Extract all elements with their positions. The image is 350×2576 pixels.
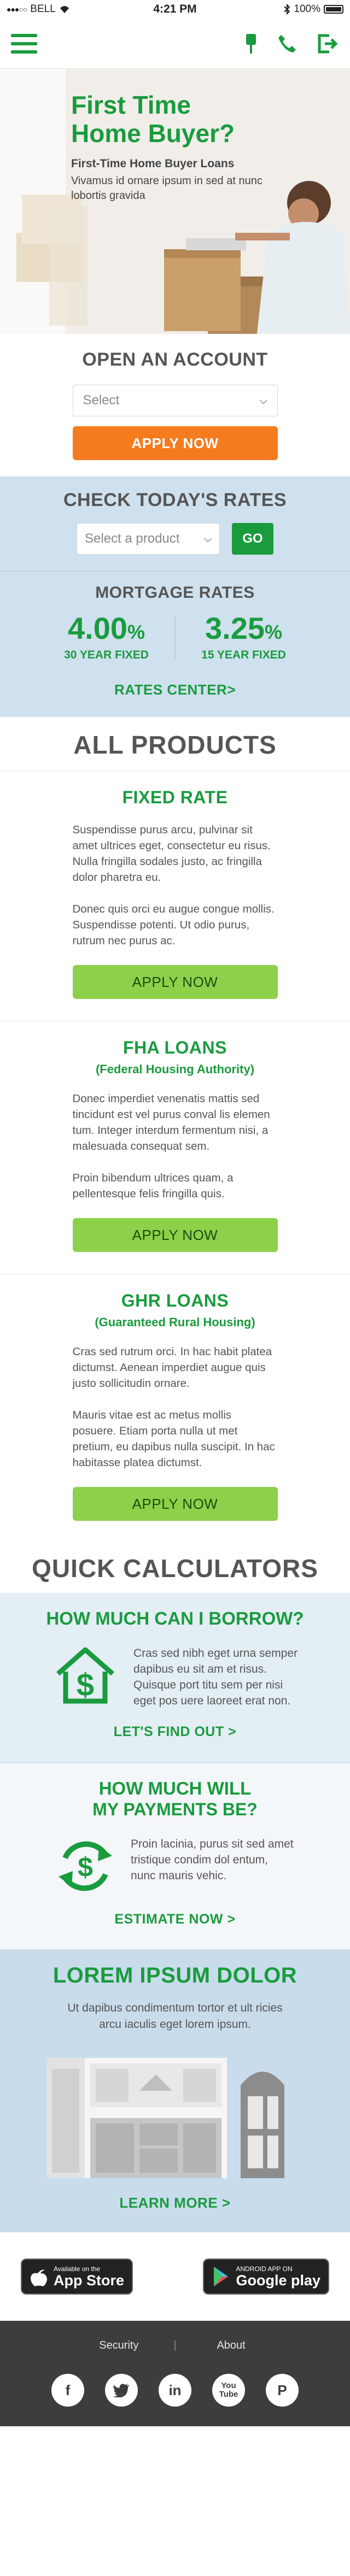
google-play-icon	[214, 2267, 229, 2286]
battery-icon	[324, 5, 343, 14]
chevron-down-icon: ⌵	[204, 533, 212, 544]
chevron-down-icon: ⌵	[259, 395, 267, 406]
facebook-icon[interactable]: f	[51, 2374, 84, 2407]
find-out-link[interactable]: LET'S FIND OUT >	[0, 1724, 350, 1740]
kitchen-illustration	[46, 2058, 284, 2178]
security-link[interactable]: Security	[64, 2339, 173, 2352]
product-description: Donec imperdiet venenatis mattis sed tin…	[72, 1092, 270, 1200]
footer: Security | About f in You Tube P	[0, 2321, 350, 2426]
signal-icon: ●●●○○	[7, 5, 27, 14]
hero-title: First Time Home Buyer?	[71, 91, 235, 148]
bluetooth-icon	[284, 4, 290, 15]
app-store-button[interactable]: Available on the App Store	[21, 2259, 133, 2295]
borrow-calculator-text: Cras sed nibh eget urna semper dapibus e…	[133, 1647, 298, 1707]
borrow-calculator: HOW MUCH CAN I BORROW? $ Cras sed nibh e…	[0, 1593, 350, 1762]
apply-now-button[interactable]: APPLY NOW	[72, 965, 278, 999]
google-play-button[interactable]: ANDROID APP ON Google play	[203, 2259, 329, 2295]
quick-calculators-heading: QUICK CALCULATORS	[32, 1554, 318, 1583]
twitter-icon[interactable]	[105, 2374, 138, 2407]
learn-more-link[interactable]: LEARN MORE >	[0, 2195, 350, 2212]
account-type-select-value: Select	[83, 393, 120, 408]
product-title: FIXED RATE	[122, 787, 228, 807]
payments-calculator-text: Proin lacinia, purus sit sed amet tristi…	[131, 1838, 294, 1882]
pinterest-icon[interactable]: P	[266, 2374, 299, 2407]
status-bar: ●●●○○ BELL 4:21 PM 100%	[0, 0, 350, 19]
hero-description: Vivamus id ornare ipsum in sed at nunc l…	[71, 175, 262, 202]
mortgage-rates-heading: MORTGAGE RATES	[95, 584, 255, 602]
product-fixed-rate: FIXED RATE Suspendisse purus arcu, pulvi…	[0, 771, 350, 1021]
top-nav	[0, 19, 350, 69]
dollar-cycle-icon: $	[59, 1841, 112, 1891]
estimate-now-link[interactable]: ESTIMATE NOW >	[0, 1912, 350, 1927]
product-subtitle: (Guaranteed Rural Housing)	[95, 1315, 255, 1329]
rate-30-year: 4.00% 30 YEAR FIXED	[64, 611, 149, 662]
rates-center-link[interactable]: RATES CENTER>	[0, 662, 350, 717]
menu-icon[interactable]	[11, 33, 37, 54]
rates-section: CHECK TODAY'S RATES Select a product ⌵ G…	[0, 477, 350, 717]
lorem-section: LOREM IPSUM DOLOR Ut dapibus condimentum…	[0, 1949, 350, 2232]
youtube-icon[interactable]: You Tube	[212, 2374, 245, 2407]
borrow-calculator-title: HOW MUCH CAN I BORROW?	[46, 1608, 304, 1628]
logout-icon[interactable]	[317, 33, 339, 54]
product-title: GHR LOANS	[121, 1291, 229, 1310]
lorem-title: LOREM IPSUM DOLOR	[52, 1963, 298, 1987]
wifi-icon	[60, 6, 69, 13]
apple-icon	[31, 2269, 47, 2286]
rates-heading: CHECK TODAY'S RATES	[63, 490, 287, 510]
product-subtitle: (Federal Housing Authority)	[95, 1062, 255, 1076]
house-dollar-icon: $	[56, 1647, 114, 1704]
app-store-badges: Available on the App Store ANDROID APP O…	[0, 2232, 350, 2321]
apply-now-button[interactable]: APPLY NOW	[72, 1487, 278, 1521]
go-button[interactable]: GO	[232, 523, 273, 555]
payments-calculator-title: HOW MUCH WILL MY PAYMENTS BE?	[92, 1778, 258, 1819]
product-description: Cras sed rutrum orci. In hac habit plate…	[72, 1345, 275, 1469]
rate-15-year: 3.25% 15 YEAR FIXED	[201, 611, 286, 662]
status-time: 4:21 PM	[153, 3, 197, 15]
svg-text:$: $	[77, 1667, 94, 1703]
product-select[interactable]: Select a product ⌵	[77, 523, 220, 555]
chevron-right-icon: >	[227, 681, 236, 698]
open-account-heading: OPEN AN ACCOUNT	[82, 349, 268, 370]
hero-banner: First Time Home Buyer? First-Time Home B…	[0, 69, 350, 334]
product-description: Suspendisse purus arcu, pulvinar sit ame…	[72, 824, 275, 947]
location-pin-icon[interactable]	[245, 33, 257, 55]
apply-now-button[interactable]: APPLY NOW	[72, 1218, 278, 1252]
chevron-right-icon: >	[228, 1724, 237, 1739]
lorem-body: Ut dapibus condimentum tortor et ult ric…	[67, 2002, 283, 2031]
linkedin-icon[interactable]: in	[159, 2374, 191, 2407]
hero-subtitle: First-Time Home Buyer Loans	[71, 157, 235, 170]
payments-calculator: HOW MUCH WILL MY PAYMENTS BE? $ Proin la…	[0, 1762, 350, 1949]
account-type-select[interactable]: Select ⌵	[72, 385, 278, 416]
apply-now-button[interactable]: APPLY NOW	[72, 426, 278, 460]
about-link[interactable]: About	[177, 2339, 286, 2352]
product-title: FHA LOANS	[123, 1038, 227, 1057]
open-account-section: OPEN AN ACCOUNT Select ⌵ APPLY NOW	[0, 334, 350, 477]
product-select-value: Select a product	[85, 531, 180, 546]
battery-label: 100%	[294, 3, 320, 15]
product-fha-loans: FHA LOANS (Federal Housing Authority) Do…	[0, 1021, 350, 1274]
svg-text:$: $	[78, 1852, 93, 1883]
phone-icon[interactable]	[277, 33, 298, 54]
chevron-right-icon: >	[227, 1912, 236, 1927]
product-ghr-loans: GHR LOANS (Guaranteed Rural Housing) Cra…	[0, 1274, 350, 1543]
chevron-right-icon: >	[221, 2195, 231, 2211]
carrier-label: BELL	[30, 3, 56, 15]
all-products-heading: ALL PRODUCTS	[0, 717, 350, 771]
